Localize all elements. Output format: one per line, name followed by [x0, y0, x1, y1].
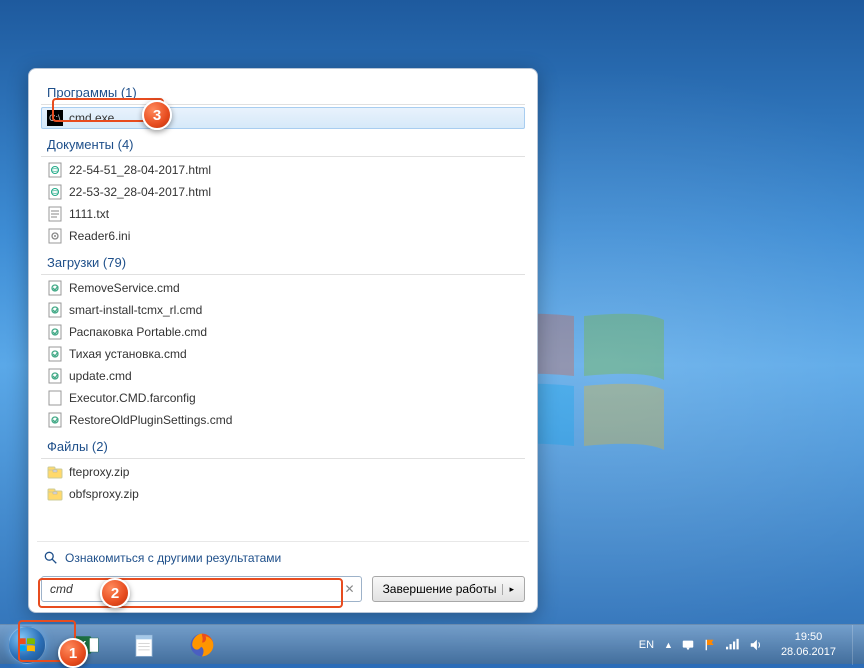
html-icon [47, 162, 63, 178]
cmd-file-icon [47, 324, 63, 340]
cmd-file-icon [47, 302, 63, 318]
notepad-icon [131, 632, 157, 658]
shutdown-button[interactable]: Завершение работы ▸ [372, 576, 525, 602]
ini-icon [47, 228, 63, 244]
result-item-label: RestoreOldPluginSettings.cmd [69, 413, 232, 427]
section-header-downloads: Загрузки (79) [41, 251, 525, 275]
result-item-label: update.cmd [69, 369, 132, 383]
result-item-label: Reader6.ini [69, 229, 130, 243]
result-item[interactable]: RemoveService.cmd [41, 277, 525, 299]
clock-date: 28.06.2017 [781, 645, 836, 659]
result-item[interactable]: Executor.CMD.farconfig [41, 387, 525, 409]
result-item[interactable]: C:\ cmd.exe [41, 107, 525, 129]
result-item-label: RemoveService.cmd [69, 281, 180, 295]
result-item[interactable]: Reader6.ini [41, 225, 525, 247]
html-icon [47, 184, 63, 200]
zip-icon [47, 464, 63, 480]
result-item[interactable]: smart-install-tcmx_rl.cmd [41, 299, 525, 321]
result-item[interactable]: 1111.txt [41, 203, 525, 225]
result-item[interactable]: obfsproxy.zip [41, 483, 525, 505]
zip-icon [47, 486, 63, 502]
search-results: Программы (1) C:\ cmd.exe Документы (4) 22-5… [37, 77, 529, 535]
result-item[interactable]: 22-53-32_28-04-2017.html [41, 181, 525, 203]
language-indicator[interactable]: EN [639, 639, 654, 651]
section-header-files: Файлы (2) [41, 435, 525, 459]
network-icon[interactable] [725, 638, 741, 652]
action-center-icon[interactable] [681, 638, 695, 652]
taskbar: X EN ▲ 19:50 28.06.2017 [0, 624, 864, 664]
systray-icons: ▲ [664, 638, 763, 652]
section-header-programs: Программы (1) [41, 81, 525, 105]
result-item[interactable]: Распаковка Portable.cmd [41, 321, 525, 343]
clear-search-icon[interactable]: ✕ [345, 582, 355, 596]
callout-2: 2 [100, 578, 130, 608]
result-item[interactable]: fteproxy.zip [41, 461, 525, 483]
search-box[interactable]: ✕ [41, 576, 362, 602]
result-item[interactable]: Тихая установка.cmd [41, 343, 525, 365]
system-tray: EN ▲ 19:50 28.06.2017 [631, 630, 852, 659]
volume-icon[interactable] [749, 638, 763, 652]
tray-chevron-icon[interactable]: ▲ [664, 640, 673, 650]
show-desktop-button[interactable] [852, 625, 864, 665]
cmd-file-icon [47, 368, 63, 384]
cmd-icon: C:\ [47, 110, 63, 126]
section-header-documents: Документы (4) [41, 133, 525, 157]
result-item-label: smart-install-tcmx_rl.cmd [69, 303, 202, 317]
start-menu: Программы (1) C:\ cmd.exe Документы (4) 22-5… [28, 68, 538, 613]
result-item[interactable]: update.cmd [41, 365, 525, 387]
file-icon [47, 390, 63, 406]
firefox-icon [188, 631, 216, 659]
result-item-label: Executor.CMD.farconfig [69, 391, 196, 405]
taskbar-item-firefox[interactable] [174, 627, 230, 663]
start-orb-icon [8, 626, 46, 664]
result-item-label: 22-53-32_28-04-2017.html [69, 185, 211, 199]
cmd-file-icon [47, 412, 63, 428]
txt-icon [47, 206, 63, 222]
svg-text:C:\: C:\ [49, 113, 61, 123]
result-item-label: cmd.exe [69, 111, 114, 125]
callout-3: 3 [142, 100, 172, 130]
result-item[interactable]: RestoreOldPluginSettings.cmd [41, 409, 525, 431]
cmd-file-icon [47, 280, 63, 296]
search-icon [43, 550, 59, 566]
more-results-label: Ознакомиться с другими результатами [65, 551, 281, 565]
start-button[interactable] [0, 625, 54, 665]
shutdown-label: Завершение работы [383, 582, 497, 596]
result-item-label: obfsproxy.zip [69, 487, 139, 501]
flag-icon[interactable] [703, 638, 717, 652]
result-item[interactable]: 22-54-51_28-04-2017.html [41, 159, 525, 181]
cmd-file-icon [47, 346, 63, 362]
result-item-label: fteproxy.zip [69, 465, 129, 479]
result-item-label: Тихая установка.cmd [69, 347, 187, 361]
search-input[interactable] [42, 582, 361, 596]
clock-time: 19:50 [781, 630, 836, 644]
taskbar-clock[interactable]: 19:50 28.06.2017 [773, 630, 844, 659]
more-results-link[interactable]: Ознакомиться с другими результатами [37, 541, 529, 570]
taskbar-item-notepad[interactable] [116, 627, 172, 663]
result-item-label: Распаковка Portable.cmd [69, 325, 207, 339]
shutdown-arrow-icon[interactable]: ▸ [502, 584, 514, 595]
result-item-label: 1111.txt [69, 207, 109, 221]
result-item-label: 22-54-51_28-04-2017.html [69, 163, 211, 177]
